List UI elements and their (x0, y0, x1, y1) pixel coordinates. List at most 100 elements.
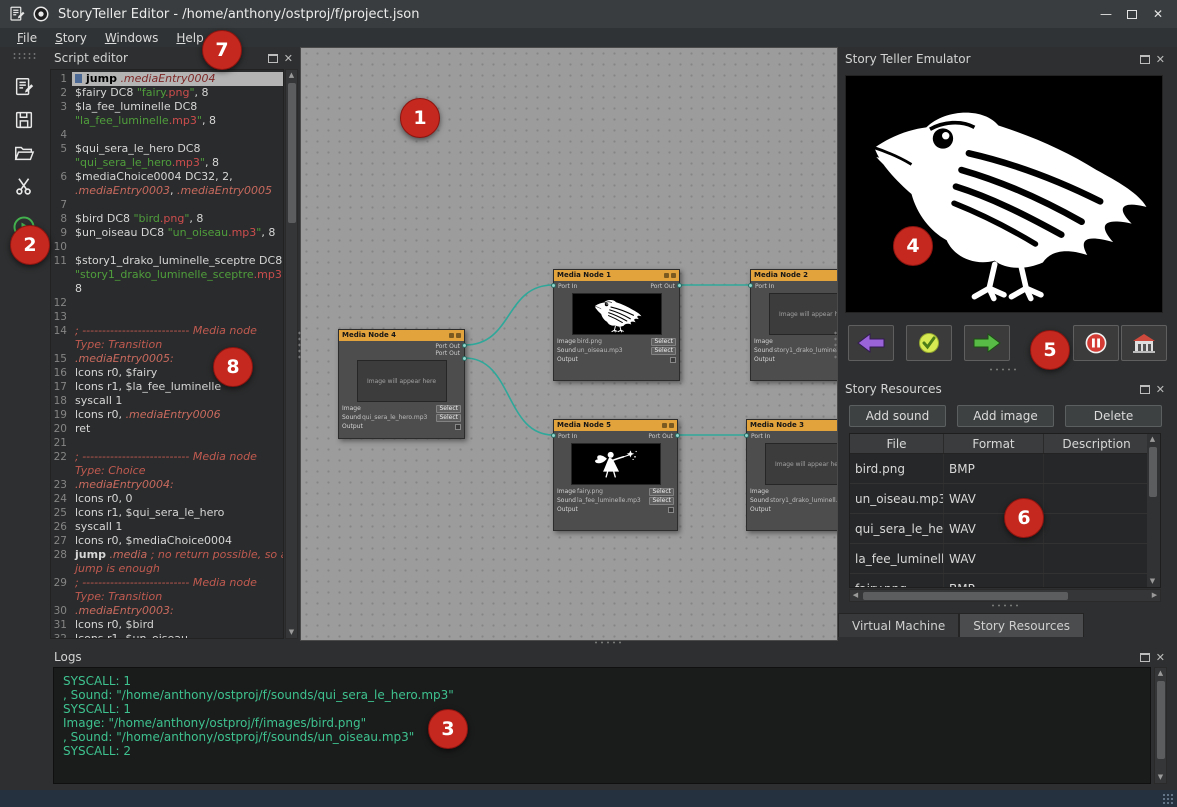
code-line[interactable]: jump is enough (51, 562, 283, 576)
scrollbar-thumb[interactable] (863, 592, 1068, 600)
code-line[interactable]: 27lcons r0, $mediaChoice0004 (51, 534, 283, 548)
code-line[interactable]: 4 (51, 128, 283, 142)
column-header[interactable]: Description (1044, 434, 1150, 453)
code-line[interactable]: "la_fee_luminelle.mp3", 8 (51, 114, 283, 128)
code-line[interactable]: 9$un_oiseau DC8 "un_oiseau.mp3", 8 (51, 226, 283, 240)
scroll-down-icon[interactable]: ▼ (1155, 772, 1166, 783)
media-node[interactable]: Media Node 4Port OutPort OutImage will a… (338, 329, 465, 439)
node-title[interactable]: Media Node 3 (747, 420, 838, 431)
scrollbar-thumb[interactable] (288, 83, 296, 223)
minimize-button[interactable]: — (1095, 4, 1117, 24)
code-line[interactable]: 11$story1_drako_luminelle_sceptre DC8 (51, 254, 283, 268)
select-button[interactable]: Select (436, 405, 461, 413)
splitter-script-canvas[interactable] (297, 330, 302, 360)
code-line[interactable]: Type: Transition (51, 590, 283, 604)
port-in-dot[interactable] (551, 283, 556, 288)
code-line[interactable]: Type: Transition (51, 338, 283, 352)
port-out-dot[interactable] (462, 343, 467, 348)
scroll-right-icon[interactable]: ▶ (1149, 590, 1160, 601)
code-line[interactable]: 22; --------------------------- Media no… (51, 450, 283, 464)
node-title[interactable]: Media Node 2 (751, 270, 838, 281)
media-node[interactable]: Media Node 5Port InPort OutImagefairy.pn… (553, 419, 678, 531)
code-line[interactable]: 19lcons r0, .mediaEntry0006 (51, 408, 283, 422)
node-title[interactable]: Media Node 5 (554, 420, 677, 431)
port-out-dot[interactable] (675, 433, 680, 438)
media-node[interactable]: Media Node 2Port InPort OutImage will ap… (750, 269, 838, 381)
code-line[interactable]: 12 (51, 296, 283, 310)
code-line[interactable]: 29; --------------------------- Media no… (51, 576, 283, 590)
code-line[interactable]: Type: Choice (51, 464, 283, 478)
code-line[interactable]: 28jump .media ; no return possible, so a (51, 548, 283, 562)
port-in-dot[interactable] (744, 433, 749, 438)
add-sound-button[interactable]: Add sound (849, 405, 946, 427)
close-dock-icon[interactable]: ✕ (1156, 384, 1165, 395)
logs-output[interactable]: SYSCALL: 1, Sound: "/home/anthony/ostpro… (53, 667, 1151, 784)
table-vertical-scrollbar[interactable]: ▲ ▼ (1147, 434, 1160, 587)
cut-button[interactable] (7, 171, 41, 201)
port-out-dot[interactable] (462, 356, 467, 361)
scroll-left-icon[interactable]: ◀ (850, 590, 861, 601)
code-line[interactable]: 5$qui_sera_le_hero DC8 (51, 142, 283, 156)
scroll-down-icon[interactable]: ▼ (286, 627, 297, 638)
code-line[interactable]: 25lcons r1, $qui_sera_le_hero (51, 506, 283, 520)
select-button[interactable]: Select (649, 488, 674, 496)
code-line[interactable]: 31lcons r0, $bird (51, 618, 283, 632)
add-image-button[interactable]: Add image (957, 405, 1054, 427)
dock-tab-virtual-machine[interactable]: Virtual Machine (838, 613, 959, 637)
code-line[interactable]: 17lcons r1, $la_fee_luminelle (51, 380, 283, 394)
logs-scrollbar[interactable]: ▲ ▼ (1154, 667, 1167, 784)
scroll-up-icon[interactable]: ▲ (1155, 668, 1166, 679)
new-script-button[interactable] (7, 72, 41, 102)
node-output-box[interactable] (455, 424, 461, 430)
emulator-ok-button[interactable] (906, 325, 952, 361)
select-button[interactable]: Select (651, 347, 676, 355)
resource-row[interactable]: la_fee_luminelle.mp3WAV (850, 544, 1160, 574)
code-line[interactable]: 6$mediaChoice0004 DC32, 2, (51, 170, 283, 184)
code-line[interactable]: 24lcons r0, 0 (51, 492, 283, 506)
media-node[interactable]: Media Node 3Port InPort OutImage will ap… (746, 419, 838, 531)
code-line[interactable]: 8 (51, 282, 283, 296)
node-output-box[interactable] (670, 357, 676, 363)
select-button[interactable]: Select (436, 414, 461, 422)
dock-splitter-handle[interactable] (990, 603, 1020, 608)
open-button[interactable] (7, 138, 41, 168)
resource-row[interactable]: bird.pngBMP (850, 454, 1160, 484)
node-title[interactable]: Media Node 4 (339, 330, 464, 341)
close-dock-icon[interactable]: ✕ (1156, 54, 1165, 65)
table-horizontal-scrollbar[interactable]: ◀ ▶ (849, 589, 1161, 602)
select-button[interactable]: Select (651, 338, 676, 346)
scroll-up-icon[interactable]: ▲ (1147, 434, 1158, 445)
menu-file[interactable]: File (8, 30, 46, 46)
code-line[interactable]: 26syscall 1 (51, 520, 283, 534)
save-button[interactable] (7, 105, 41, 135)
close-dock-icon[interactable]: ✕ (1156, 652, 1165, 663)
column-header[interactable]: Format (944, 434, 1044, 453)
code-line[interactable]: 32lcons r1, $un_oiseau (51, 632, 283, 639)
resource-row[interactable]: fairy.pngBMP (850, 574, 1160, 588)
code-line[interactable]: 14; --------------------------- Media no… (51, 324, 283, 338)
splitter-canvas-logs[interactable] (593, 640, 623, 645)
code-line[interactable]: 18syscall 1 (51, 394, 283, 408)
code-line[interactable]: 8$bird DC8 "bird.png", 8 (51, 212, 283, 226)
media-node[interactable]: Media Node 1Port InPort OutImagebird.png… (553, 269, 680, 381)
menu-story[interactable]: Story (46, 30, 96, 46)
float-dock-icon[interactable] (1140, 55, 1150, 64)
code-line[interactable]: .mediaEntry0003, .mediaEntry0005 (51, 184, 283, 198)
splitter-emulator-resources[interactable] (988, 367, 1018, 372)
node-output-box[interactable] (668, 507, 674, 513)
delete-button[interactable]: Delete (1065, 405, 1162, 427)
code-line[interactable]: "qui_sera_le_hero.mp3", 8 (51, 156, 283, 170)
emulator-next-button[interactable] (964, 325, 1010, 361)
scroll-up-icon[interactable]: ▲ (286, 70, 297, 81)
resize-grip[interactable] (1162, 793, 1174, 804)
code-line[interactable]: 23.mediaEntry0004: (51, 478, 283, 492)
code-line[interactable]: 3$la_fee_luminelle DC8 (51, 100, 283, 114)
code-line[interactable]: "story1_drako_luminelle_sceptre.mp3", (51, 268, 283, 282)
scrollbar-thumb[interactable] (1157, 681, 1165, 759)
scrollbar-thumb[interactable] (1149, 447, 1157, 497)
emulator-pause-button[interactable] (1073, 325, 1119, 361)
code-line[interactable]: 13 (51, 310, 283, 324)
float-dock-icon[interactable] (1140, 385, 1150, 394)
code-line[interactable]: 2$fairy DC8 "fairy.png", 8 (51, 86, 283, 100)
node-graph-canvas[interactable]: Media Node 4Port OutPort OutImage will a… (300, 47, 838, 641)
